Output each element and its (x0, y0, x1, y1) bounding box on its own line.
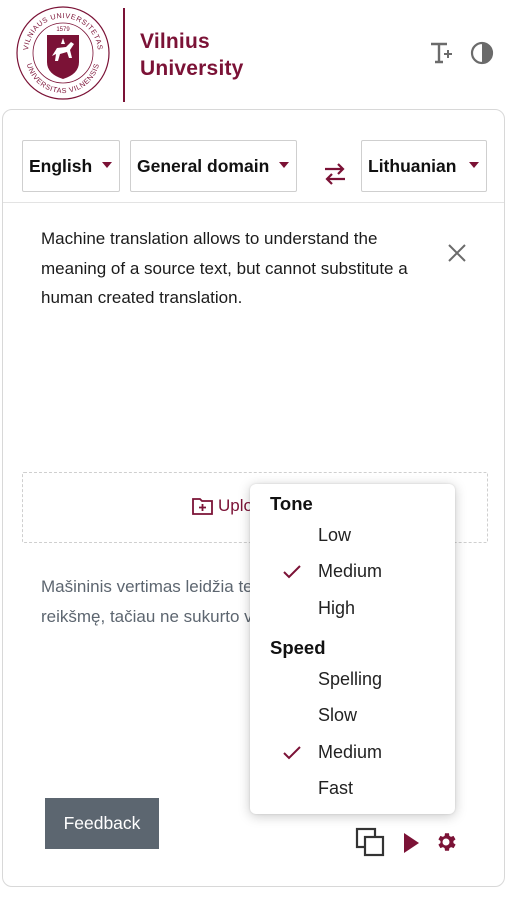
tone-option-label: High (318, 598, 356, 618)
university-name-line2: University (140, 57, 244, 80)
seal-year: 1579 (56, 27, 70, 33)
university-name-line1: Vilnius (140, 30, 210, 53)
speed-option-label: Spelling (318, 669, 383, 689)
speed-heading: Speed (270, 637, 326, 658)
speed-option-fast[interactable]: Fast (250, 772, 455, 806)
checkmark-icon (283, 746, 301, 760)
chevron-down-icon (279, 162, 289, 168)
chevron-down-icon (102, 162, 112, 168)
speed-option-label: Slow (318, 705, 358, 725)
chevron-down-icon (469, 162, 479, 168)
feedback-button[interactable]: Feedback (45, 798, 159, 849)
tone-heading: Tone (270, 493, 313, 514)
language-bar: English General domain Lithuanian (3, 110, 504, 203)
close-icon[interactable] (446, 242, 468, 264)
target-language-select[interactable]: Lithuanian (361, 140, 487, 192)
upload-button[interactable]: Uplo (192, 496, 253, 516)
speed-option-medium[interactable]: Medium (250, 736, 455, 770)
university-seal-logo[interactable]: VILNIAUS UNIVERSITETAS UNIVERSITAS VILNE… (14, 4, 112, 102)
tone-option-low[interactable]: Low (250, 519, 455, 553)
source-language-label: English (29, 155, 93, 176)
gear-icon[interactable] (434, 830, 458, 854)
play-icon[interactable] (400, 829, 422, 857)
swap-languages-icon[interactable] (321, 160, 349, 188)
copy-icon[interactable] (355, 827, 385, 857)
university-name[interactable]: Vilnius University (140, 28, 244, 82)
header-divider (123, 8, 125, 102)
tone-option-high[interactable]: High (250, 592, 455, 626)
source-text-input[interactable]: Machine translation allows to understand… (41, 224, 446, 313)
upload-label: Uplo (218, 496, 253, 515)
voice-settings-menu: Tone Low Medium High Speed Spelling Slow… (250, 484, 455, 814)
speed-option-label: Fast (318, 778, 354, 798)
domain-select[interactable]: General domain (130, 140, 297, 192)
contrast-icon[interactable] (469, 40, 495, 66)
tone-option-label: Medium (318, 561, 383, 581)
domain-label: General domain (137, 155, 270, 176)
text-size-icon[interactable] (428, 40, 454, 66)
speed-option-label: Medium (318, 742, 383, 762)
site-header: VILNIAUS UNIVERSITETAS UNIVERSITAS VILNE… (0, 0, 507, 108)
speed-option-spelling[interactable]: Spelling (250, 663, 455, 697)
checkmark-icon (283, 565, 301, 579)
speed-option-slow[interactable]: Slow (250, 699, 455, 733)
source-language-select[interactable]: English (22, 140, 120, 192)
tone-option-medium[interactable]: Medium (250, 555, 455, 589)
target-language-label: Lithuanian (368, 155, 457, 176)
upload-folder-icon (192, 498, 213, 515)
tone-option-label: Low (318, 525, 352, 545)
